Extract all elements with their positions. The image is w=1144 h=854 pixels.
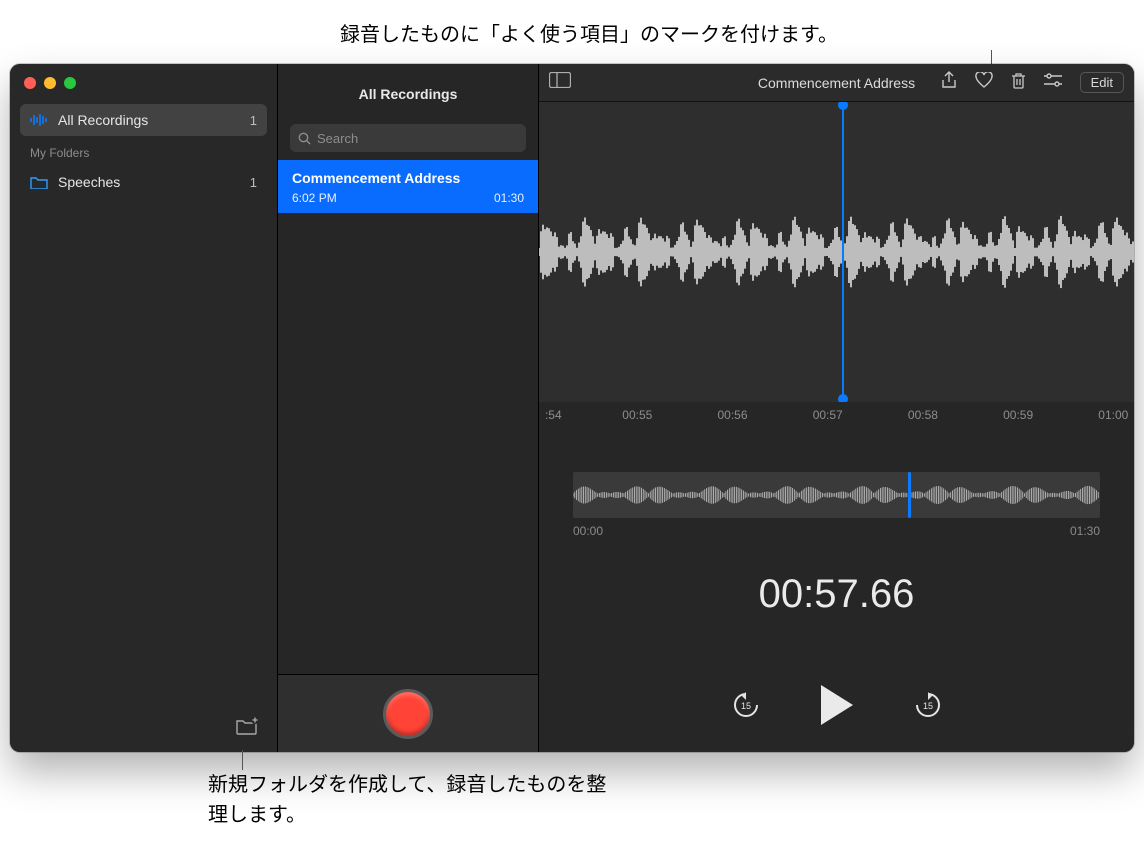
sidebar-item-all-recordings[interactable]: All Recordings 1 [20, 104, 267, 136]
ruler-tick: 00:57 [813, 408, 843, 422]
playback-controls: 15 15 [539, 685, 1134, 725]
recording-time: 6:02 PM [292, 191, 337, 205]
fullscreen-window-button[interactable] [64, 77, 76, 89]
record-footer [278, 674, 538, 752]
sidebar-footer [10, 704, 277, 752]
ruler-tick: 00:56 [718, 408, 748, 422]
svg-text:15: 15 [740, 701, 750, 711]
recording-list-column: All Recordings Search Commencement Addre… [277, 64, 539, 752]
callout-new-folder-text: 新規フォルダを作成して、録音したものを整理します。 [208, 774, 606, 826]
svg-text:15: 15 [922, 701, 932, 711]
callout-favorite: 録音したものに「よく使う項目」のマークを付けます。 [340, 18, 1040, 47]
overview-start: 00:00 [573, 524, 603, 538]
playhead[interactable] [842, 102, 844, 402]
close-window-button[interactable] [24, 77, 36, 89]
toggle-sidebar-button[interactable] [549, 72, 571, 93]
share-button[interactable] [941, 71, 957, 94]
search-input[interactable]: Search [290, 124, 526, 152]
settings-button[interactable] [1044, 73, 1062, 92]
overview-playhead[interactable] [908, 472, 911, 518]
recording-duration: 01:30 [494, 191, 524, 205]
overview-bars [573, 472, 1100, 518]
ruler-tick: 00:59 [1003, 408, 1033, 422]
edit-button[interactable]: Edit [1080, 72, 1124, 93]
callout-new-folder: 新規フォルダを作成して、録音したものを整理します。 [208, 770, 608, 830]
overview-track[interactable] [573, 472, 1100, 518]
waveform-overview: 00:00 01:30 [573, 472, 1100, 538]
search-icon [298, 132, 311, 145]
timecode: 00:57.66 [539, 572, 1134, 617]
sidebar-section-header: My Folders [10, 138, 277, 164]
sidebar: All Recordings 1 My Folders Speeches 1 [10, 64, 277, 752]
list-title: All Recordings [278, 64, 538, 124]
favorite-button[interactable] [975, 72, 993, 93]
ruler-tick: 01:00 [1098, 408, 1128, 422]
window-traffic-lights [10, 64, 277, 102]
forward-15-button[interactable]: 15 [913, 690, 943, 720]
play-icon [821, 685, 853, 725]
waveform-bars [539, 192, 1134, 312]
sidebar-item-speeches[interactable]: Speeches 1 [20, 166, 267, 198]
app-window: All Recordings 1 My Folders Speeches 1 [10, 64, 1134, 752]
callout-line [242, 750, 243, 770]
recording-name: Commencement Address [292, 170, 524, 186]
delete-button[interactable] [1011, 72, 1026, 94]
ruler-tick: :54 [545, 408, 562, 422]
record-button[interactable] [383, 689, 433, 739]
overview-end: 01:30 [1070, 524, 1100, 538]
ruler-tick: 00:58 [908, 408, 938, 422]
folder-icon [30, 175, 48, 189]
callout-favorite-text: 録音したものに「よく使う項目」のマークを付けます。 [340, 24, 838, 46]
sidebar-item-label: All Recordings [58, 112, 148, 128]
minimize-window-button[interactable] [44, 77, 56, 89]
new-folder-button[interactable] [235, 716, 259, 741]
sidebar-item-count: 1 [250, 113, 257, 128]
waveform-icon [30, 113, 48, 127]
main-panel: Commencement Address Edit [539, 64, 1134, 752]
waveform-detail[interactable] [539, 102, 1134, 402]
rewind-15-button[interactable]: 15 [731, 690, 761, 720]
play-button[interactable] [821, 685, 853, 725]
recording-list-item[interactable]: Commencement Address 6:02 PM 01:30 [278, 160, 538, 213]
sidebar-item-count: 1 [250, 175, 257, 190]
sidebar-item-label: Speeches [58, 174, 120, 190]
search-placeholder: Search [317, 131, 358, 146]
toolbar: Commencement Address Edit [539, 64, 1134, 102]
ruler-tick: 00:55 [622, 408, 652, 422]
time-ruler: :54 00:55 00:56 00:57 00:58 00:59 01:00 [539, 402, 1134, 432]
